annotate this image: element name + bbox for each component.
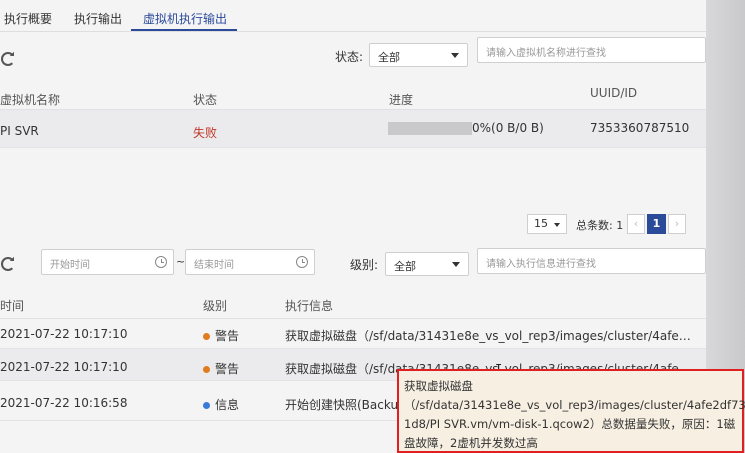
start-time-placeholder: 开始时间 xyxy=(50,260,90,271)
level-filter-value: 全部 xyxy=(394,260,416,273)
log-level: 信息 xyxy=(203,396,239,413)
message-tooltip: 获取虚拟磁盘 （/sf/data/31431e8e_vs_vol_rep3/im… xyxy=(397,369,745,453)
end-time-placeholder: 结束时间 xyxy=(194,260,234,271)
tooltip-line: 1d8/PI SVR.vm/vm-disk-1.qcow2）总数据量失败，原因：… xyxy=(404,417,736,431)
table-row[interactable]: PI SVR 失败 0%(0 B/0 B) 7353360787510 xyxy=(0,110,706,148)
col-status: 状态 xyxy=(193,93,218,107)
prev-page-button[interactable]: ‹ xyxy=(627,214,645,234)
chevron-down-icon xyxy=(451,53,459,58)
status-filter-label: 状态: xyxy=(335,50,364,64)
next-page-button[interactable]: › xyxy=(668,214,686,234)
tooltip-line: 获取虚拟磁盘 xyxy=(404,379,473,393)
warning-dot-icon xyxy=(203,333,210,340)
tooltip-line: 盘故障，2虚机并发数过高 xyxy=(404,436,538,450)
table-row[interactable]: 2021-07-22 10:17:10 警告 获取虚拟磁盘（/sf/data/3… xyxy=(0,319,706,349)
vm-status: 失败 xyxy=(193,126,218,140)
col-uuid: UUID/ID xyxy=(590,86,638,100)
log-search-input[interactable]: 请输入执行信息进行查找 xyxy=(477,248,706,274)
info-dot-icon xyxy=(203,402,210,409)
col-time: 时间 xyxy=(0,299,25,313)
chevron-down-icon xyxy=(452,262,460,267)
log-level: 警告 xyxy=(203,360,239,377)
log-message: 获取虚拟磁盘（/sf/data/31431e8e_vs_vol_rep3/ima… xyxy=(285,329,691,343)
refresh-icon[interactable] xyxy=(1,52,15,66)
warning-dot-icon xyxy=(203,366,210,373)
log-level-text: 警告 xyxy=(215,362,240,376)
col-message: 执行信息 xyxy=(285,299,334,313)
log-level-text: 信息 xyxy=(215,398,240,412)
clock-icon xyxy=(296,256,308,268)
status-filter-value: 全部 xyxy=(378,51,400,64)
vm-name: PI SVR xyxy=(0,124,39,138)
tooltip-line: （/sf/data/31431e8e_vs_vol_rep3/images/cl… xyxy=(404,398,745,412)
col-vm-name: 虚拟机名称 xyxy=(0,93,61,107)
progress-text: 0%(0 B/0 B) xyxy=(472,121,544,135)
log-table-header: 时间 级别 执行信息 xyxy=(0,289,706,319)
col-level: 级别 xyxy=(203,299,228,313)
log-level-text: 警告 xyxy=(215,329,240,343)
page-size-select[interactable]: 15 xyxy=(527,214,567,234)
col-progress: 进度 xyxy=(389,93,414,107)
active-tab-indicator xyxy=(131,29,237,31)
tab-output[interactable]: 执行输出 xyxy=(74,10,122,27)
level-filter-select[interactable]: 全部 xyxy=(385,252,469,276)
date-range-separator: ~ xyxy=(176,255,186,268)
page-button-current[interactable]: 1 xyxy=(647,214,666,234)
level-filter-label: 级别: xyxy=(350,258,379,272)
tab-vm-output[interactable]: 虚拟机执行输出 xyxy=(143,10,227,27)
log-time: 2021-07-22 10:16:58 xyxy=(0,396,128,410)
refresh-icon[interactable] xyxy=(1,257,15,271)
chevron-down-icon xyxy=(554,223,560,227)
clock-icon xyxy=(155,256,167,268)
start-time-input[interactable]: 开始时间 xyxy=(41,249,174,275)
log-time: 2021-07-22 10:17:10 xyxy=(0,327,128,341)
vm-search-placeholder: 请输入虚拟机名称进行查找 xyxy=(486,48,606,59)
progress-bar xyxy=(388,122,472,135)
log-time: 2021-07-22 10:17:10 xyxy=(0,360,128,374)
status-filter-select[interactable]: 全部 xyxy=(369,43,468,67)
log-search-placeholder: 请输入执行信息进行查找 xyxy=(486,259,596,270)
tab-summary[interactable]: 执行概要 xyxy=(4,10,52,27)
tab-bar: 执行概要 执行输出 虚拟机执行输出 xyxy=(0,0,706,32)
vm-search-input[interactable]: 请输入虚拟机名称进行查找 xyxy=(477,37,706,63)
log-message: 开始创建快照(Backup xyxy=(285,398,406,412)
total-count: 总条数: 1 xyxy=(576,219,624,232)
end-time-input[interactable]: 结束时间 xyxy=(185,249,315,275)
page-size-value: 15 xyxy=(534,217,548,230)
log-level: 警告 xyxy=(203,327,239,344)
vm-table-header: 虚拟机名称 状态 进度 UUID/ID xyxy=(0,80,706,110)
vm-uuid: 7353360787510 xyxy=(590,121,690,135)
